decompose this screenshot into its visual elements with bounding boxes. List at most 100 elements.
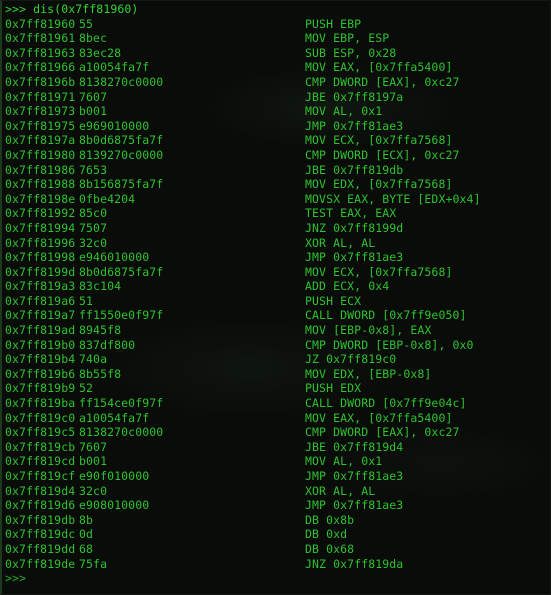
instruction-bytes: 8bec (79, 31, 108, 46)
disassembly-row: 0x7ff819a6 51 PUSH ECX (5, 294, 550, 309)
shell-prompt[interactable]: >>> (5, 571, 550, 586)
instruction-bytes: a10054fa7f (79, 60, 150, 75)
instruction-address: 0x7ff819c5 (5, 425, 76, 440)
instruction-bytes: 8945f8 (79, 323, 122, 338)
instruction-bytes: 0fbe4204 (79, 191, 136, 206)
instruction-address: 0x7ff81998 (5, 250, 76, 265)
instruction-mnemonic: CALL DWORD [0x7ff9e050] (305, 308, 467, 323)
instruction-mnemonic: JNZ 0x7ff819da (305, 556, 404, 571)
instruction-address: 0x7ff81966 (5, 60, 76, 75)
instruction-mnemonic: JBE 0x7ff819db (305, 162, 404, 177)
disassembly-row: 0x7ff819ad 8945f8 MOV [EBP-0x8], EAX (5, 323, 550, 338)
instruction-mnemonic: CMP DWORD [EAX], 0xc27 (305, 74, 460, 89)
instruction-bytes: 83ec28 (79, 45, 122, 60)
disassembly-row: 0x7ff81966 a10054fa7f MOV EAX, [0x7ffa5400… (5, 60, 550, 75)
disassembly-row: 0x7ff81994 7507 JNZ 0x7ff8199d (5, 221, 550, 236)
instruction-bytes: 32c0 (79, 235, 108, 250)
instruction-bytes: 85c0 (79, 206, 108, 221)
instruction-address: 0x7ff8198e (5, 191, 76, 206)
instruction-bytes: a10054fa7f (79, 410, 150, 425)
instruction-mnemonic: DB 0x68 (305, 541, 355, 556)
instruction-address: 0x7ff819b6 (5, 366, 76, 381)
instruction-address: 0x7ff819a3 (5, 279, 76, 294)
instruction-bytes: ff1550e0f97f (79, 308, 164, 323)
instruction-mnemonic: CMP DWORD [EBP-0x8], 0x0 (305, 337, 474, 352)
instruction-bytes: 8b55f8 (79, 366, 122, 381)
instruction-address: 0x7ff81961 (5, 31, 76, 46)
terminal-window[interactable]: >>> dis(0x7ff81960) 0x7ff81960 55 PUSH EBP… (0, 0, 551, 595)
disassembly-row: 0x7ff81992 85c0 TEST EAX, EAX (5, 206, 550, 221)
instruction-address: 0x7ff819dc (5, 527, 76, 542)
instruction-mnemonic: XOR AL, AL (305, 483, 376, 498)
instruction-mnemonic: DB 0x8b (305, 512, 355, 527)
instruction-bytes: 83c104 (79, 279, 122, 294)
instruction-mnemonic: MOV ECX, [0x7ffa7568] (305, 133, 453, 148)
instruction-bytes: 7607 (79, 89, 108, 104)
instruction-address: 0x7ff819ad (5, 323, 76, 338)
disassembly-row: 0x7ff819cd b001 MOV AL, 0x1 (5, 454, 550, 469)
instruction-bytes: 75fa (79, 556, 108, 571)
disassembly-row: 0x7ff8196b 8138270c0000 CMP DWORD [EAX], 0… (5, 75, 550, 90)
instruction-bytes: 837df800 (79, 337, 136, 352)
disassembly-row: 0x7ff81971 7607 JBE 0x7ff8197a (5, 90, 550, 105)
instruction-address: 0x7ff819d6 (5, 498, 76, 513)
disassembly-row: 0x7ff81988 8b156875fa7f MOV EDX, [0x7ffa75… (5, 177, 550, 192)
disassembly-row: 0x7ff8199d 8b0d6875fa7f MOV ECX, [0x7ffa75… (5, 265, 550, 280)
instruction-address: 0x7ff81994 (5, 220, 76, 235)
instruction-mnemonic: JBE 0x7ff8197a (305, 89, 404, 104)
disassembly-row: 0x7ff819c5 8138270c0000 CMP DWORD [EAX], 0… (5, 425, 550, 440)
disassembly-row: 0x7ff81980 8139270c0000 CMP DWORD [ECX], 0… (5, 148, 550, 163)
disassembly-row: 0x7ff81960 55 PUSH EBP (5, 17, 550, 32)
instruction-bytes: 740a (79, 352, 108, 367)
instruction-address: 0x7ff819cb (5, 439, 76, 454)
instruction-bytes: 51 (79, 293, 94, 308)
instruction-bytes: 0d (79, 527, 94, 542)
instruction-bytes: 52 (79, 381, 94, 396)
instruction-bytes: b001 (79, 104, 108, 119)
instruction-mnemonic: MOVSX EAX, BYTE [EDX+0x4] (305, 191, 481, 206)
instruction-address: 0x7ff81973 (5, 104, 76, 119)
instruction-bytes: b001 (79, 454, 108, 469)
instruction-bytes: ff154ce0f97f (79, 396, 164, 411)
disassembly-row: 0x7ff81998 e946010000 JMP 0x7ff81ae3 (5, 250, 550, 265)
instruction-address: 0x7ff8197a (5, 133, 76, 148)
instruction-bytes: 8138270c0000 (79, 425, 164, 440)
instruction-address: 0x7ff819b9 (5, 381, 76, 396)
instruction-bytes: 8139270c0000 (79, 147, 164, 162)
instruction-address: 0x7ff8199d (5, 264, 76, 279)
instruction-mnemonic: MOV [EBP-0x8], EAX (305, 323, 432, 338)
instruction-bytes: 8b (79, 512, 94, 527)
disassembly-row: 0x7ff819b0 837df800 CMP DWORD [EBP-0x8], 0… (5, 338, 550, 353)
instruction-mnemonic: CALL DWORD [0x7ff9e04c] (305, 396, 467, 411)
instruction-address: 0x7ff819cd (5, 454, 76, 469)
instruction-address: 0x7ff81963 (5, 45, 76, 60)
console-output: >>> dis(0x7ff81960) 0x7ff81960 55 PUSH EBP… (5, 2, 550, 586)
instruction-mnemonic: SUB ESP, 0x28 (305, 45, 397, 60)
command-line: >>> dis(0x7ff81960) (5, 2, 139, 16)
instruction-mnemonic: MOV ECX, [0x7ffa7568] (305, 264, 453, 279)
instruction-mnemonic: XOR AL, AL (305, 235, 376, 250)
disassembly-row: 0x7ff819ba ff154ce0f97f CALL DWORD [0x7ff9… (5, 396, 550, 411)
instruction-address: 0x7ff81960 (5, 16, 76, 31)
disassembly-row: 0x7ff819dd 68 DB 0x68 (5, 542, 550, 557)
instruction-address: 0x7ff819db (5, 512, 76, 527)
instruction-address: 0x7ff819a6 (5, 293, 76, 308)
disassembly-row: 0x7ff81963 83ec28 SUB ESP, 0x28 (5, 46, 550, 61)
disassembly-row: 0x7ff819c0 a10054fa7f MOV EAX, [0x7ffa5400… (5, 411, 550, 426)
disassembly-row: 0x7ff819db 8b DB 0x8b (5, 513, 550, 528)
instruction-bytes: 8138270c0000 (79, 74, 164, 89)
instruction-mnemonic: JMP 0x7ff81ae3 (305, 469, 404, 483)
instruction-bytes: e90f010000 (79, 469, 150, 483)
disassembly-row: 0x7ff81961 8bec MOV EBP, ESP (5, 31, 550, 46)
instruction-address: 0x7ff819cf (5, 469, 76, 483)
instruction-bytes: 55 (79, 16, 94, 31)
instruction-bytes: e969010000 (79, 118, 150, 133)
instruction-address: 0x7ff8196b (5, 74, 76, 89)
instruction-bytes: 32c0 (79, 483, 108, 498)
instruction-mnemonic: MOV AL, 0x1 (305, 104, 383, 119)
instruction-address: 0x7ff819c0 (5, 410, 76, 425)
instruction-address: 0x7ff81988 (5, 177, 76, 192)
instruction-bytes: 68 (79, 541, 94, 556)
disassembly-row: 0x7ff819dc 0d DB 0xd (5, 527, 550, 542)
instruction-mnemonic: MOV EAX, [0x7ffa5400] (305, 410, 453, 425)
